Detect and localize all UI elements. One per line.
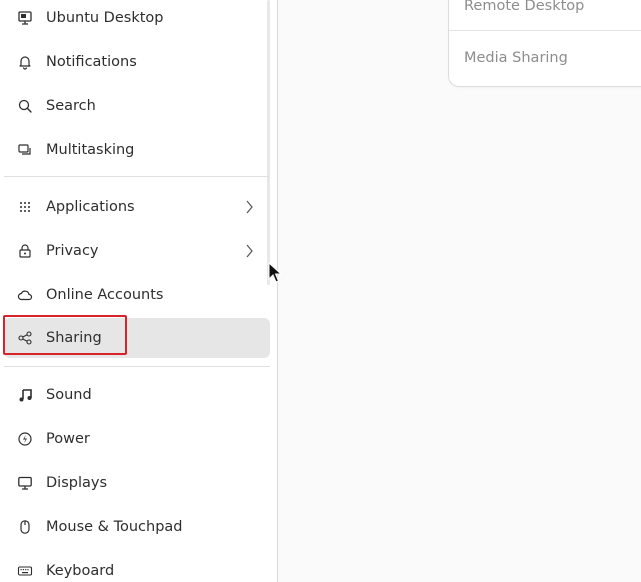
sidebar-item-keyboard[interactable]: Keyboard	[4, 551, 270, 582]
sidebar-item-label: Privacy	[46, 243, 99, 259]
sidebar-divider	[4, 176, 270, 177]
sidebar-item-power[interactable]: Power	[4, 419, 270, 459]
media-sharing-label: Media Sharing	[464, 50, 568, 66]
sidebar-item-online-accounts[interactable]: Online Accounts	[4, 275, 270, 315]
sidebar-item-label: Multitasking	[46, 142, 135, 158]
sidebar-item-applications[interactable]: Applications	[4, 187, 270, 227]
grid-icon	[17, 199, 33, 215]
settings-window: Ubuntu Desktop Notifications Search Mult…	[0, 0, 641, 582]
search-icon	[17, 98, 33, 114]
mouse-cursor-icon	[268, 262, 282, 283]
sidebar-item-search[interactable]: Search	[4, 86, 270, 126]
sidebar-item-label: Displays	[46, 475, 108, 491]
sidebar-item-label: Ubuntu Desktop	[46, 10, 164, 26]
remote-desktop-label: Remote Desktop	[464, 0, 585, 14]
chevron-right-icon	[246, 244, 253, 258]
sidebar-item-sharing[interactable]: Sharing	[4, 318, 270, 358]
sidebar-item-displays[interactable]: Displays	[4, 463, 270, 503]
bell-icon	[17, 54, 33, 70]
sidebar-item-mouse-touchpad[interactable]: Mouse & Touchpad	[4, 507, 270, 547]
power-icon	[17, 431, 33, 447]
sidebar-item-privacy[interactable]: Privacy	[4, 231, 270, 271]
sidebar: Ubuntu Desktop Notifications Search Mult…	[0, 0, 278, 582]
media-sharing-row[interactable]: Media Sharing	[449, 32, 641, 84]
ubuntu-desktop-icon	[17, 10, 33, 26]
sidebar-item-label: Sharing	[46, 330, 102, 346]
music-note-icon	[17, 387, 33, 403]
sidebar-item-label: Power	[46, 431, 90, 447]
card-divider	[449, 30, 641, 31]
sidebar-item-label: Applications	[46, 199, 135, 215]
keyboard-icon	[17, 563, 33, 579]
sidebar-item-multitasking[interactable]: Multitasking	[4, 130, 270, 170]
sidebar-item-label: Online Accounts	[46, 287, 164, 303]
cloud-icon	[17, 287, 33, 303]
share-icon	[17, 330, 33, 346]
sidebar-item-label: Notifications	[46, 54, 137, 70]
sidebar-item-notifications[interactable]: Notifications	[4, 42, 270, 82]
sidebar-divider	[4, 366, 270, 367]
monitor-icon	[17, 475, 33, 491]
lock-icon	[17, 243, 33, 259]
sidebar-item-label: Mouse & Touchpad	[46, 519, 183, 535]
sidebar-item-ubuntu-desktop[interactable]: Ubuntu Desktop	[4, 0, 270, 38]
sidebar-item-label: Sound	[46, 387, 92, 403]
sharing-options-card: Remote Desktop Media Sharing	[449, 0, 641, 86]
sidebar-item-label: Search	[46, 98, 96, 114]
sidebar-item-sound[interactable]: Sound	[4, 375, 270, 415]
chevron-right-icon	[246, 200, 253, 214]
remote-desktop-row[interactable]: Remote Desktop	[449, 0, 641, 32]
mouse-icon	[17, 519, 33, 535]
multitasking-icon	[17, 142, 33, 158]
sidebar-item-label: Keyboard	[46, 563, 115, 579]
